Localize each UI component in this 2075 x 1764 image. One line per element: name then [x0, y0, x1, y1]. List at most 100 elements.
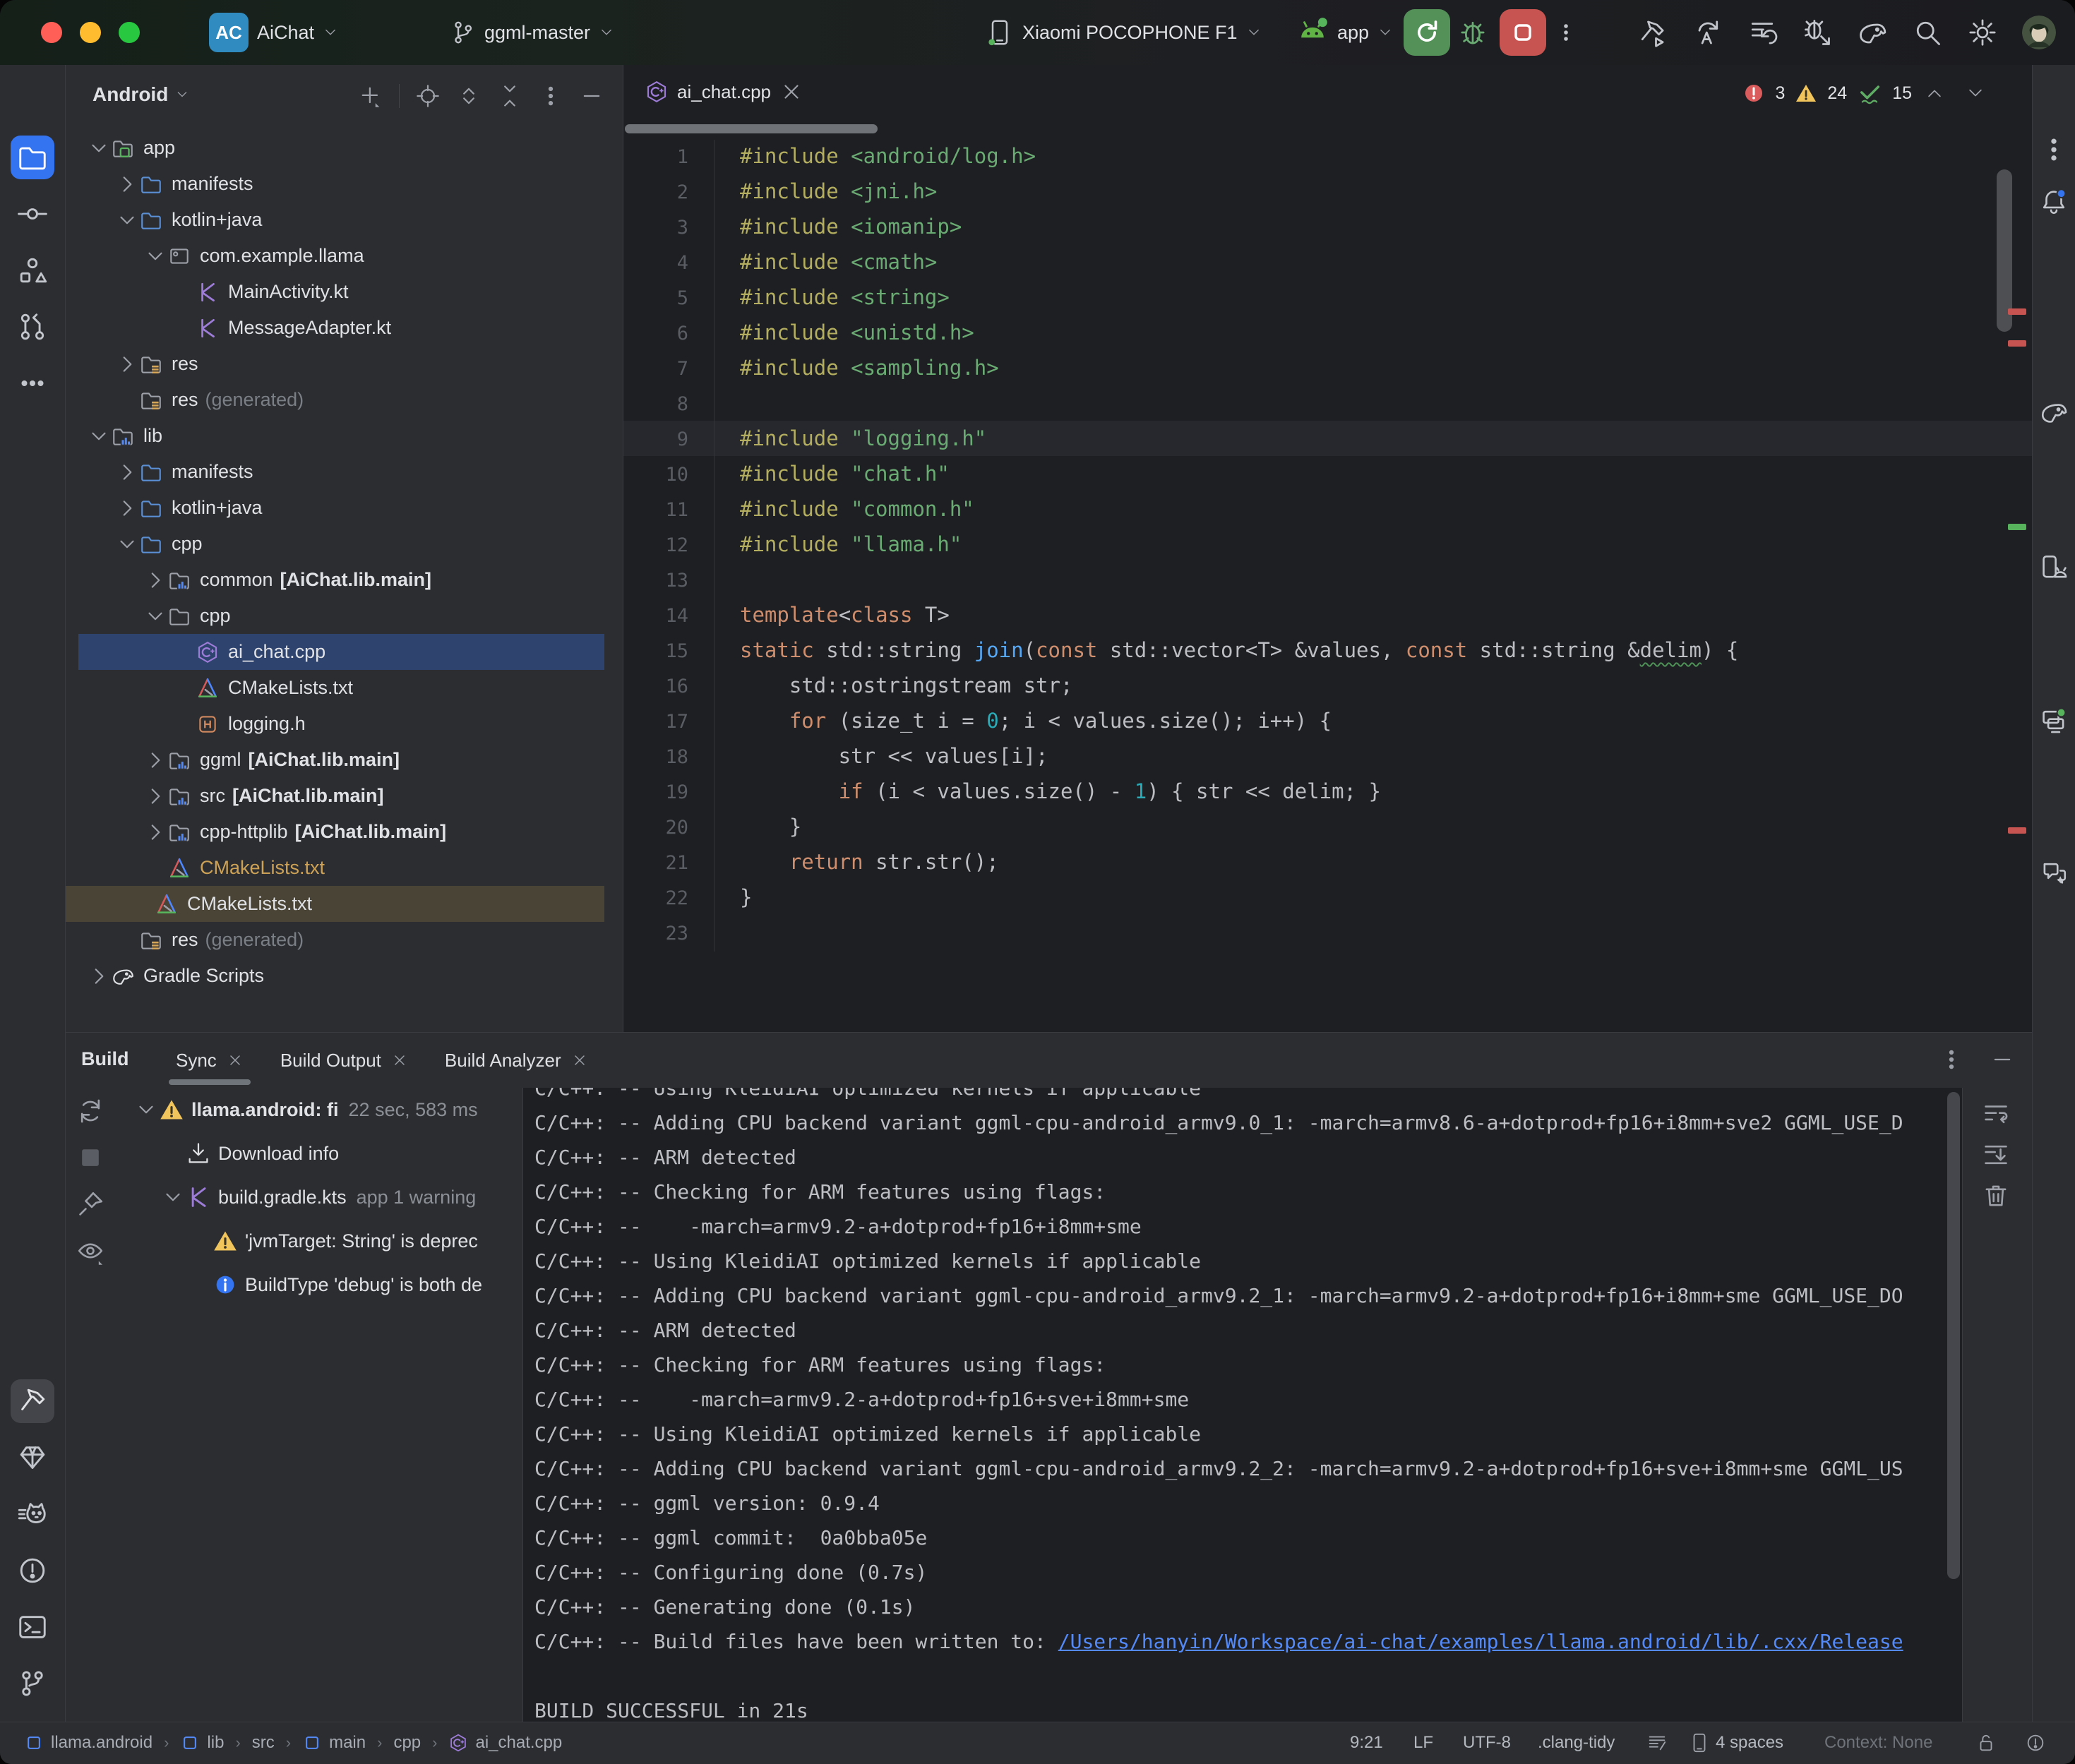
- build-tab-build-output[interactable]: Build Output: [262, 1033, 426, 1088]
- build-tree-item-llama-android-fi[interactable]: llama.android: fi22 sec, 583 ms: [133, 1088, 522, 1132]
- chevron-right-icon[interactable]: [143, 784, 167, 808]
- tree-item-manifests[interactable]: manifests: [78, 166, 604, 202]
- more-tools-button[interactable]: [11, 361, 54, 405]
- structure-tool-button[interactable]: [11, 248, 54, 292]
- column-mode-toggle[interactable]: [1646, 1722, 1668, 1763]
- device-manager-button[interactable]: [2037, 551, 2071, 584]
- editor-scrollbar[interactable]: [1997, 169, 2012, 332]
- inspections-widget[interactable]: 3 24 15: [1742, 80, 1912, 106]
- rerun-button[interactable]: [1404, 9, 1450, 56]
- notifications-button[interactable]: [2037, 185, 2071, 219]
- build-path-link[interactable]: /Users/hanyin/Workspace/ai-chat/examples…: [1058, 1630, 1903, 1653]
- breadcrumb-cpp[interactable]: cpp: [393, 1733, 421, 1753]
- tab-ai-chat-cpp[interactable]: ai_chat.cpp: [632, 71, 816, 113]
- next-problem-button[interactable]: [1966, 83, 1985, 103]
- lock-toggle[interactable]: [1975, 1722, 1997, 1763]
- tree-item-cmakelists-txt[interactable]: CMakeLists.txt: [78, 670, 604, 706]
- view-options-button[interactable]: [76, 1236, 105, 1266]
- build-tab-sync[interactable]: Sync: [157, 1033, 262, 1088]
- build-tree-item-download-info[interactable]: Download info: [133, 1132, 522, 1175]
- select-opened-file-button[interactable]: [415, 83, 441, 109]
- breadcrumb-ai-chat-cpp[interactable]: ai_chat.cpp: [448, 1733, 562, 1753]
- tree-item-cpp[interactable]: cpp: [78, 526, 604, 562]
- tree-item-ai-chat-cpp[interactable]: ai_chat.cpp: [78, 634, 604, 670]
- previous-problem-button[interactable]: [1925, 83, 1944, 103]
- close-icon[interactable]: [227, 1052, 244, 1069]
- gradle-sync-button[interactable]: [1857, 17, 1888, 48]
- gradle-tool-button[interactable]: [2037, 395, 2071, 429]
- line-ending[interactable]: LF: [1413, 1722, 1433, 1763]
- build-tree-item-build-gradle-kts[interactable]: build.gradle.ktsapp 1 warning: [133, 1175, 522, 1219]
- build-tab-build-analyzer[interactable]: Build Analyzer: [426, 1033, 606, 1088]
- hide-build-panel-button[interactable]: [1990, 1047, 2015, 1072]
- chevron-down-icon[interactable]: [160, 1185, 186, 1209]
- minimize-window-button[interactable]: [80, 22, 101, 43]
- breadcrumb-lib[interactable]: lib: [180, 1733, 224, 1753]
- tree-item-cpp-httplib[interactable]: cpp-httplib[AiChat.lib.main]: [78, 814, 604, 850]
- indent-config[interactable]: 4 spaces: [1689, 1722, 1783, 1763]
- linter-status[interactable]: .clang-tidy: [1538, 1722, 1615, 1763]
- project-view-selector[interactable]: Android: [92, 83, 189, 106]
- chevron-right-icon[interactable]: [115, 496, 139, 520]
- breadcrumb-main[interactable]: main: [302, 1733, 366, 1753]
- scroll-to-end-button[interactable]: [1981, 1140, 2011, 1170]
- run-config-selector[interactable]: app: [1296, 0, 1393, 65]
- search-everywhere-button[interactable]: [1912, 17, 1943, 48]
- chevron-down-icon[interactable]: [143, 244, 167, 268]
- caret-position[interactable]: 9:21: [1350, 1722, 1383, 1763]
- build-tree-item-buildtype-debug-is-both-de[interactable]: BuildType 'debug' is both de: [133, 1263, 522, 1307]
- build-output-console[interactable]: C/C++: -- Using KleidiAI optimized kerne…: [522, 1088, 1963, 1722]
- tree-item-manifests[interactable]: manifests: [78, 454, 604, 490]
- tree-item-mainactivity-kt[interactable]: MainActivity.kt: [78, 274, 604, 310]
- hide-panel-button[interactable]: [579, 83, 604, 109]
- tree-item-kotlin-java[interactable]: kotlin+java: [78, 202, 604, 238]
- branch-widget[interactable]: ggml-master: [449, 0, 614, 65]
- event-log-button[interactable]: [2025, 1722, 2046, 1763]
- tree-item-gradle-scripts[interactable]: Gradle Scripts: [78, 958, 604, 994]
- collapse-all-button[interactable]: [497, 83, 522, 109]
- chevron-down-icon[interactable]: [87, 424, 111, 448]
- code-editor[interactable]: 1#include <android/log.h>2#include <jni.…: [623, 138, 2032, 1032]
- tree-item-cmakelists-txt[interactable]: CMakeLists.txt: [66, 886, 604, 922]
- tree-item-cmakelists-txt[interactable]: CMakeLists.txt: [78, 850, 604, 886]
- add-button[interactable]: [358, 83, 383, 109]
- version-control-tool-button[interactable]: [11, 1662, 54, 1705]
- error-stripe-mark[interactable]: [2008, 340, 2026, 347]
- project-widget[interactable]: AC AiChat: [209, 0, 338, 65]
- tab-scrollbar[interactable]: [625, 124, 878, 133]
- stop-build-button[interactable]: [76, 1143, 105, 1172]
- context-indicator[interactable]: Context: None: [1824, 1722, 1932, 1763]
- tree-item-cpp[interactable]: cpp: [78, 598, 604, 634]
- pin-tab-button[interactable]: [76, 1189, 105, 1219]
- tree-item-lib[interactable]: lib: [78, 418, 604, 454]
- chevron-right-icon[interactable]: [115, 460, 139, 484]
- tree-item-common[interactable]: common[AiChat.lib.main]: [78, 562, 604, 598]
- clear-all-button[interactable]: [1981, 1181, 2011, 1211]
- close-icon[interactable]: [571, 1052, 588, 1069]
- rerun-build-button[interactable]: [76, 1096, 105, 1126]
- close-window-button[interactable]: [41, 22, 62, 43]
- tree-item-com-example-llama[interactable]: com.example.llama: [78, 238, 604, 274]
- pull-requests-tool-button[interactable]: [11, 305, 54, 349]
- sync-translate-button[interactable]: [1692, 17, 1723, 48]
- chevron-down-icon[interactable]: [115, 532, 139, 556]
- close-icon[interactable]: [779, 80, 803, 104]
- editor-options-button[interactable]: [2037, 133, 2071, 167]
- settings-button[interactable]: [1967, 17, 1998, 48]
- tree-item-ggml[interactable]: ggml[AiChat.lib.main]: [78, 742, 604, 778]
- build-button[interactable]: [1637, 17, 1668, 48]
- problems-tool-button[interactable]: [11, 1549, 54, 1592]
- tree-item-res[interactable]: res(generated): [78, 922, 604, 958]
- chevron-down-icon[interactable]: [143, 604, 167, 628]
- tree-item-messageadapter-kt[interactable]: MessageAdapter.kt: [78, 310, 604, 346]
- project-options-button[interactable]: [538, 83, 563, 109]
- tree-item-logging-h[interactable]: logging.h: [78, 706, 604, 742]
- stripe-mark-green[interactable]: [2008, 524, 2026, 530]
- breadcrumb-src[interactable]: src: [252, 1733, 275, 1753]
- app-quality-insights-button[interactable]: [11, 1436, 54, 1480]
- gemini-tool-button[interactable]: [2037, 856, 2071, 889]
- tree-item-kotlin-java[interactable]: kotlin+java: [78, 490, 604, 526]
- recent-actions-button[interactable]: [1747, 17, 1778, 48]
- error-stripe-mark[interactable]: [2008, 308, 2026, 315]
- chevron-right-icon[interactable]: [143, 568, 167, 592]
